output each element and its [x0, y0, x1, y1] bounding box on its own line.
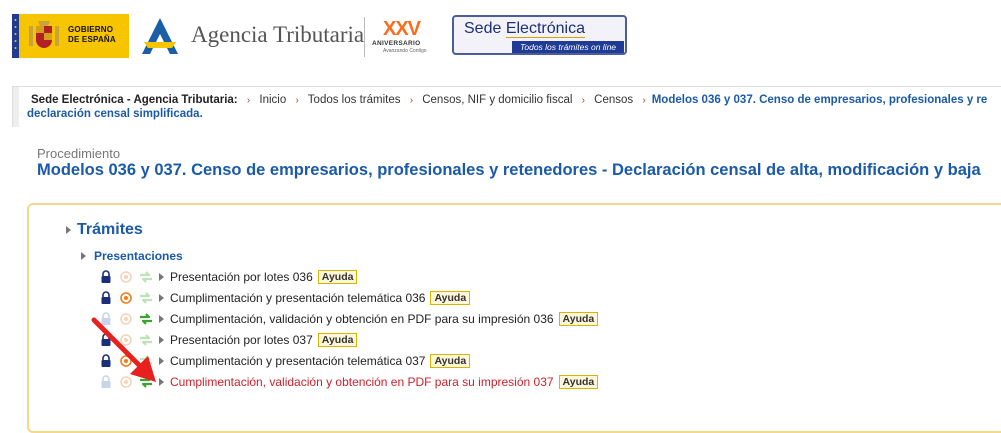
- page-title: Modelos 036 y 037. Censo de empresarios,…: [37, 161, 981, 179]
- breadcrumb-separator-icon: ›: [409, 95, 414, 106]
- breadcrumb-item-todos-tramites[interactable]: Todos los trámites: [308, 94, 401, 106]
- breadcrumb-shade: [13, 87, 19, 127]
- tramite-row: Presentación por lotes 036 Ayuda: [99, 268, 358, 286]
- certificate-icon[interactable]: [119, 291, 133, 305]
- procedure-label: Procedimiento: [37, 146, 121, 161]
- ayuda-button[interactable]: Ayuda: [430, 354, 471, 368]
- sync-arrows-icon[interactable]: [139, 291, 153, 305]
- gov-line-1: GOBIERNO: [68, 25, 114, 34]
- breadcrumb-separator-icon: ›: [642, 95, 646, 106]
- breadcrumb: Sede Electrónica - Agencia Tributaria: ›…: [12, 86, 1001, 127]
- breadcrumb-line-1: Sede Electrónica - Agencia Tributaria: ›…: [31, 94, 987, 106]
- sede-title-b: Electrónica: [505, 20, 585, 38]
- gov-line-2: DE ESPAÑA: [68, 35, 116, 44]
- breadcrumb-separator-icon: ›: [295, 95, 299, 106]
- breadcrumb-item-censos[interactable]: Censos: [594, 94, 633, 106]
- breadcrumb-current: Modelos 036 y 037. Censo de empresarios,…: [651, 94, 988, 106]
- ayuda-button[interactable]: Ayuda: [317, 333, 358, 347]
- anniversary-logo: XXV ANIVERSARIO Avanzando Contigo: [372, 18, 442, 58]
- expand-triangle-icon: [66, 226, 71, 234]
- certificate-icon[interactable]: [119, 270, 133, 284]
- sync-arrows-icon[interactable]: [139, 270, 153, 284]
- tramite-link[interactable]: Presentación por lotes 037: [170, 333, 313, 347]
- tramite-row: Cumplimentación, validación y obtención …: [99, 373, 599, 391]
- anniversary-number: XXV: [383, 18, 421, 40]
- sede-title: Sede Electrónica: [464, 20, 585, 38]
- tramite-link[interactable]: Cumplimentación y presentación telemátic…: [170, 291, 425, 305]
- sede-title-a: Sede: [464, 20, 506, 37]
- agencia-tributaria-logo-icon[interactable]: [138, 14, 182, 58]
- presentaciones-label: Presentaciones: [94, 249, 183, 263]
- anniversary-label: ANIVERSARIO: [372, 40, 421, 47]
- presentaciones-section[interactable]: Presentaciones: [81, 249, 183, 263]
- red-annotation-arrow-icon: [91, 317, 156, 382]
- sede-subtitle: Todos los trámites on line: [512, 41, 624, 53]
- ayuda-button[interactable]: Ayuda: [317, 270, 358, 284]
- lock-icon[interactable]: [99, 270, 113, 284]
- spain-flag-icon: [12, 14, 19, 58]
- breadcrumb-separator-icon: ›: [246, 95, 251, 106]
- breadcrumb-current-continued: declaración censal simplificada.: [27, 108, 203, 120]
- breadcrumb-separator-icon: ›: [581, 95, 585, 106]
- anniversary-tagline: Avanzando Contigo: [383, 48, 427, 54]
- breadcrumb-root: Sede Electrónica - Agencia Tributaria:: [31, 94, 238, 106]
- breadcrumb-item-inicio[interactable]: Inicio: [259, 94, 286, 106]
- tramite-link[interactable]: Cumplimentación, validación y obtención …: [170, 312, 554, 326]
- bullet-triangle-icon: [159, 294, 164, 302]
- tramite-link[interactable]: Presentación por lotes 036: [170, 270, 313, 284]
- tramite-row: Cumplimentación y presentación telemátic…: [99, 289, 471, 307]
- tramite-row: Cumplimentación, validación y obtención …: [99, 310, 599, 328]
- ayuda-button[interactable]: Ayuda: [430, 291, 471, 305]
- sede-electronica-logo[interactable]: Sede Electrónica Todos los trámites on l…: [452, 15, 627, 55]
- ayuda-button[interactable]: Ayuda: [558, 375, 599, 389]
- ayuda-button[interactable]: Ayuda: [558, 312, 599, 326]
- bullet-triangle-icon: [159, 273, 164, 281]
- tramite-link[interactable]: Cumplimentación, validación y obtención …: [170, 375, 554, 389]
- header-divider: [364, 17, 365, 57]
- gobierno-text: GOBIERNO DE ESPAÑA: [68, 25, 116, 45]
- agency-name[interactable]: Agencia Tributaria: [191, 22, 364, 48]
- gobierno-de-espana-logo[interactable]: GOBIERNO DE ESPAÑA: [12, 14, 129, 58]
- tramites-heading[interactable]: Trámites: [66, 221, 143, 239]
- expand-triangle-icon: [81, 252, 86, 260]
- lock-icon[interactable]: [99, 291, 113, 305]
- breadcrumb-item-censos-nif[interactable]: Censos, NIF y domicilio fiscal: [422, 94, 572, 106]
- tramites-heading-label: Trámites: [77, 221, 143, 238]
- tramite-link[interactable]: Cumplimentación y presentación telemátic…: [170, 354, 425, 368]
- site-header: GOBIERNO DE ESPAÑA Agencia Tributaria XX…: [0, 0, 1001, 72]
- coat-of-arms-icon: [29, 21, 59, 48]
